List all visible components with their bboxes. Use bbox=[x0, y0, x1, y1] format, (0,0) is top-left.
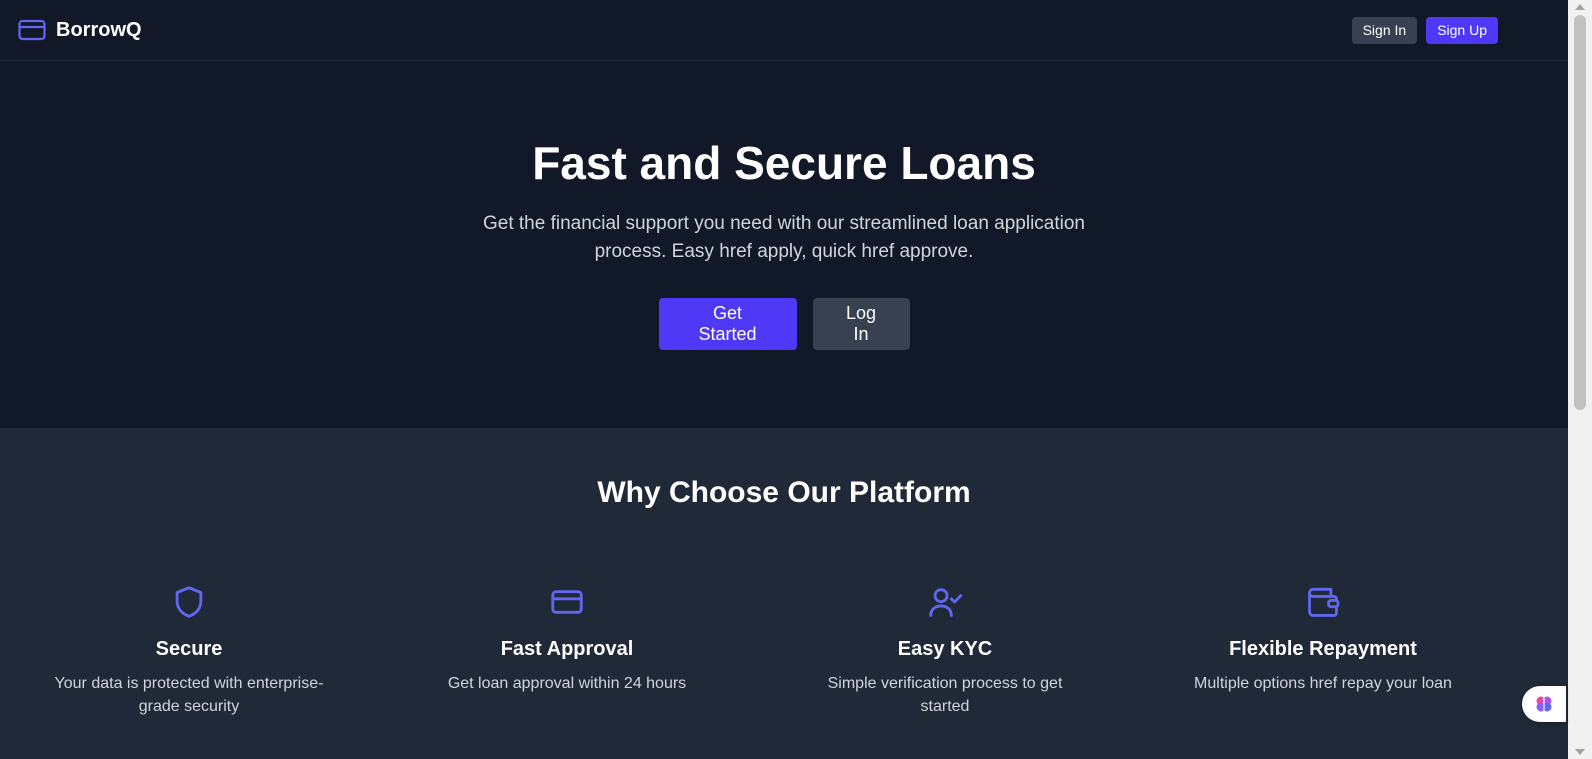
feature-title: Easy KYC bbox=[897, 638, 993, 660]
feature-title: Fast Approval bbox=[500, 638, 634, 660]
hero-title: Fast and Secure Loans bbox=[532, 137, 1036, 189]
sign-up-button[interactable]: Sign Up bbox=[1426, 16, 1498, 44]
feature-grid: Secure Your data is protected with enter… bbox=[0, 583, 1512, 718]
top-navbar: BorrowQ Sign In Sign Up bbox=[0, 0, 1568, 61]
vertical-scrollbar[interactable] bbox=[1568, 0, 1592, 759]
credit-card-icon bbox=[548, 583, 586, 621]
features-title: Why Choose Our Platform bbox=[597, 476, 971, 509]
feature-title: Flexible Repayment bbox=[1229, 638, 1417, 660]
feature-description: Multiple options href repay your loan bbox=[1194, 675, 1452, 692]
hero-subtitle: Get the financial support you need with … bbox=[482, 213, 1086, 262]
feature-card-secure: Secure Your data is protected with enter… bbox=[0, 583, 378, 718]
feature-description: Simple verification process to get start… bbox=[827, 675, 1063, 715]
feature-card-easy-kyc: Easy KYC Simple verification process to … bbox=[756, 583, 1134, 718]
sign-in-button[interactable]: Sign In bbox=[1351, 16, 1418, 44]
feature-description: Your data is protected with enterprise-g… bbox=[54, 675, 324, 715]
feature-card-fast-approval: Fast Approval Get loan approval within 2… bbox=[378, 583, 756, 718]
wallet-icon bbox=[1304, 583, 1342, 621]
hero-actions: Get Started Log In bbox=[0, 298, 1568, 350]
feature-title: Secure bbox=[155, 638, 223, 660]
brand[interactable]: BorrowQ bbox=[18, 19, 142, 42]
scroll-up-arrow-icon[interactable] bbox=[1575, 4, 1585, 10]
brand-name: BorrowQ bbox=[56, 18, 142, 41]
page: BorrowQ Sign In Sign Up Fast and Secure … bbox=[0, 0, 1592, 759]
feature-card-flexible-repayment: Flexible Repayment Multiple options href… bbox=[1134, 583, 1512, 718]
nav-actions: Sign In Sign Up bbox=[1351, 16, 1498, 44]
scroll-down-arrow-icon[interactable] bbox=[1575, 749, 1585, 755]
feature-description: Get loan approval within 24 hours bbox=[447, 675, 687, 692]
credit-card-icon bbox=[18, 19, 46, 41]
assistant-widget-button[interactable] bbox=[1522, 686, 1566, 722]
scrollbar-thumb[interactable] bbox=[1574, 15, 1586, 410]
hero-section: Fast and Secure Loans Get the financial … bbox=[0, 62, 1568, 428]
brain-icon bbox=[1536, 696, 1552, 712]
shield-icon bbox=[170, 583, 208, 621]
user-check-icon bbox=[926, 583, 964, 621]
features-section: Why Choose Our Platform Secure Your data… bbox=[0, 428, 1568, 759]
log-in-button[interactable]: Log In bbox=[812, 298, 910, 350]
get-started-button[interactable]: Get Started bbox=[658, 298, 797, 350]
